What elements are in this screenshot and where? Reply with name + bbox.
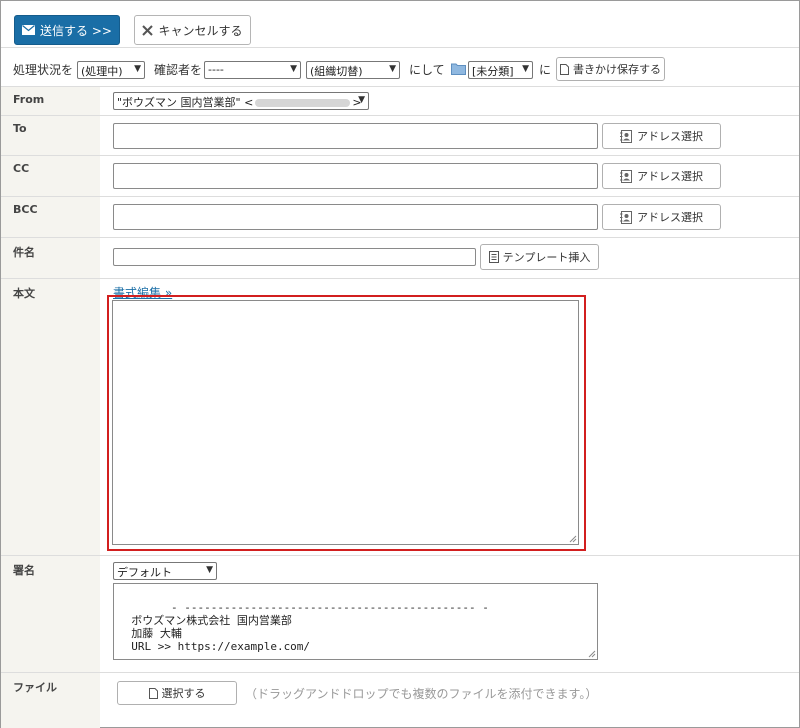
address-select-label: アドレス選択 bbox=[637, 211, 703, 224]
document-icon bbox=[560, 63, 569, 75]
folder-icon bbox=[451, 63, 466, 75]
toolbar: 送信する >> キャンセルする bbox=[1, 1, 799, 48]
mail-compose-window: 送信する >> キャンセルする 処理状況を (処理中) ▼ 確認者を ---- … bbox=[0, 0, 800, 728]
folder-select-value: [未分類] bbox=[472, 65, 514, 78]
chevron-down-icon: ▼ bbox=[358, 95, 365, 105]
bcc-address-select-button[interactable]: アドレス選択 bbox=[602, 204, 721, 230]
options-row: 処理状況を (処理中) ▼ 確認者を ---- ▼ (組織切替) ▼ にして [… bbox=[1, 48, 799, 87]
to-address-select-button[interactable]: アドレス選択 bbox=[602, 123, 721, 149]
status-select[interactable]: (処理中) ▼ bbox=[77, 61, 145, 79]
bcc-label: BCC bbox=[1, 197, 100, 237]
from-select-value: "ボウズマン 国内営業部" < bbox=[117, 96, 254, 109]
to-label: To bbox=[1, 116, 100, 155]
address-select-label: アドレス選択 bbox=[637, 130, 703, 143]
address-book-icon bbox=[620, 169, 632, 183]
file-label: ファイル bbox=[1, 673, 100, 728]
confirmer-prefix-text: 確認者を bbox=[154, 63, 203, 77]
status-select-value: (処理中) bbox=[81, 65, 123, 78]
from-row: From "ボウズマン 国内営業部" < > ▼ bbox=[1, 87, 799, 116]
org-switch-select[interactable]: (組織切替) ▼ bbox=[306, 61, 400, 79]
address-select-label: アドレス選択 bbox=[637, 170, 703, 183]
signature-textarea[interactable]: - --------------------------------------… bbox=[113, 583, 598, 660]
body-textarea[interactable] bbox=[112, 300, 579, 545]
folder-prefix-text: にして bbox=[409, 63, 445, 77]
subject-label: 件名 bbox=[1, 238, 100, 278]
bcc-input[interactable] bbox=[113, 204, 598, 230]
file-row: ファイル 選択する （ドラッグアンドドロップでも複数のファイルを添付できます。） bbox=[1, 673, 799, 728]
file-select-button[interactable]: 選択する bbox=[117, 681, 237, 705]
template-insert-button[interactable]: テンプレート挿入 bbox=[480, 244, 599, 270]
send-button-label: 送信する >> bbox=[40, 23, 112, 38]
chevron-down-icon: ▼ bbox=[206, 565, 213, 575]
cc-label: CC bbox=[1, 156, 100, 196]
chevron-down-icon: ▼ bbox=[389, 64, 396, 74]
redacted-email bbox=[255, 99, 351, 107]
to-row: To アドレス選択 bbox=[1, 116, 799, 156]
org-switch-select-value: (組織切替) bbox=[310, 65, 363, 78]
send-button[interactable]: 送信する >> bbox=[14, 15, 120, 45]
cc-address-select-button[interactable]: アドレス選択 bbox=[602, 163, 721, 189]
from-select[interactable]: "ボウズマン 国内営業部" < > ▼ bbox=[113, 92, 369, 110]
document-icon bbox=[148, 687, 158, 699]
save-draft-label: 書きかけ保存する bbox=[573, 63, 661, 76]
cancel-button-label: キャンセルする bbox=[158, 23, 243, 38]
confirmer-select[interactable]: ---- ▼ bbox=[204, 61, 301, 79]
cc-input[interactable] bbox=[113, 163, 598, 189]
from-label: From bbox=[1, 87, 100, 115]
chevron-down-icon: ▼ bbox=[134, 64, 141, 74]
cc-row: CC アドレス選択 bbox=[1, 156, 799, 197]
folder-select[interactable]: [未分類] ▼ bbox=[468, 61, 533, 79]
subject-row: 件名 テンプレート挿入 bbox=[1, 238, 799, 279]
signature-select-value: デフォルト bbox=[117, 566, 172, 579]
signature-label: 署名 bbox=[1, 556, 100, 672]
cancel-button[interactable]: キャンセルする bbox=[134, 15, 251, 45]
template-insert-label: テンプレート挿入 bbox=[502, 251, 591, 264]
confirmer-select-value: ---- bbox=[208, 63, 224, 76]
signature-row: 署名 デフォルト ▼ - ---------------------------… bbox=[1, 556, 799, 673]
resize-grip-icon[interactable] bbox=[569, 535, 577, 543]
file-drop-hint: （ドラッグアンドドロップでも複数のファイルを添付できます。） bbox=[245, 687, 598, 701]
to-input[interactable] bbox=[113, 123, 598, 149]
close-icon bbox=[142, 24, 154, 36]
signature-select[interactable]: デフォルト ▼ bbox=[113, 562, 217, 580]
folder-suffix-text: に bbox=[539, 63, 552, 77]
address-book-icon bbox=[620, 129, 632, 143]
body-label: 本文 bbox=[1, 279, 100, 555]
bcc-row: BCC アドレス選択 bbox=[1, 197, 799, 238]
chevron-down-icon: ▼ bbox=[290, 64, 297, 74]
body-row: 本文 書式編集 » bbox=[1, 279, 799, 556]
status-prefix-text: 処理状況を bbox=[13, 63, 74, 77]
file-select-label: 選択する bbox=[161, 687, 206, 700]
save-draft-button[interactable]: 書きかけ保存する bbox=[556, 57, 665, 81]
address-book-icon bbox=[620, 210, 632, 224]
subject-input[interactable] bbox=[113, 248, 476, 266]
signature-text: - --------------------------------------… bbox=[118, 601, 489, 660]
template-icon bbox=[488, 251, 499, 263]
resize-grip-icon[interactable] bbox=[588, 650, 596, 658]
envelope-icon bbox=[22, 25, 36, 35]
chevron-down-icon: ▼ bbox=[522, 64, 529, 74]
